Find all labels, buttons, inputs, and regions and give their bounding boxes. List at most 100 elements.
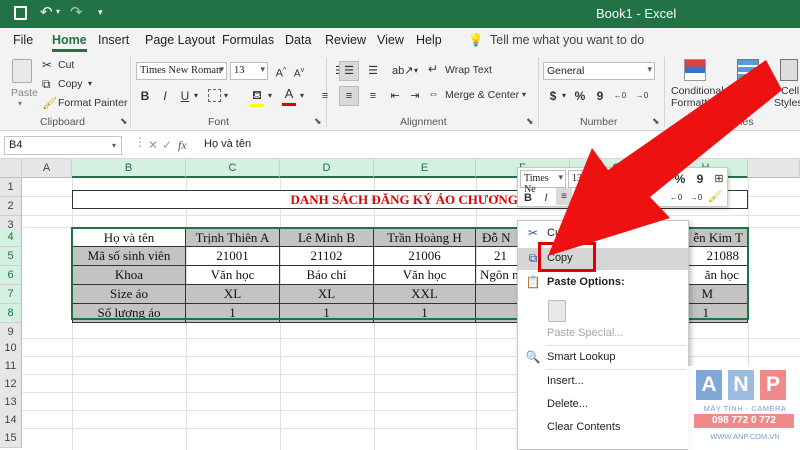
number-format-combo[interactable]: General ▾ <box>543 62 655 80</box>
fill-color-icon[interactable]: ⛾ <box>250 86 264 107</box>
underline-button[interactable]: U <box>178 87 192 105</box>
table-cell[interactable]: 1 <box>280 304 374 323</box>
row-header-1[interactable]: 1 <box>0 178 22 197</box>
column-header-i[interactable] <box>748 159 800 178</box>
orientation-dropdown-icon[interactable]: ▾ <box>412 62 420 80</box>
alignment-launcher-icon[interactable]: ⬊ <box>526 116 534 127</box>
decrease-decimal-icon[interactable]: →0 <box>634 87 650 105</box>
menu-item-cut[interactable]: ✂ Cut <box>518 223 688 245</box>
row-header-10[interactable]: 10 <box>0 339 22 358</box>
column-header-c[interactable]: C <box>186 159 280 178</box>
table-cell[interactable]: Văn học <box>186 266 280 285</box>
wrap-text-button[interactable]: Wrap Text <box>445 64 492 76</box>
table-cell[interactable]: 1 <box>374 304 476 323</box>
format-as-table-icon[interactable] <box>737 59 759 81</box>
menu-item-paste-special[interactable]: Paste Special... <box>518 323 688 345</box>
table-cell[interactable]: Trịnh Thiên A <box>186 228 280 247</box>
column-header-d[interactable]: D <box>280 159 374 178</box>
font-name-combo[interactable]: Times New Roman ▾ <box>136 62 227 80</box>
paste-option-icon[interactable] <box>548 300 566 322</box>
table-cell[interactable]: 21001 <box>186 247 280 266</box>
comma-button[interactable]: 9 <box>594 87 606 105</box>
cell-styles-button[interactable]: Cell <box>781 85 799 97</box>
merge-dropdown-icon[interactable]: ▾ <box>522 90 526 99</box>
row-header-4[interactable]: 4 <box>0 228 22 247</box>
table-cell[interactable]: Báo chí <box>280 266 374 285</box>
font-launcher-icon[interactable]: ⬊ <box>314 116 322 127</box>
mini-comma-button[interactable]: 9 <box>694 170 706 188</box>
borders-icon[interactable] <box>208 89 221 102</box>
grow-font-icon[interactable]: A^ <box>274 62 288 83</box>
mini-currency-button[interactable]: $ <box>646 170 658 188</box>
mini-percent-button[interactable]: % <box>674 170 686 188</box>
row-header-6[interactable]: 6 <box>0 266 22 285</box>
align-left-icon[interactable]: ≡ <box>318 87 332 105</box>
align-middle-icon[interactable]: ☰ <box>339 61 359 81</box>
row-header-8[interactable]: 8 <box>0 304 22 323</box>
table-cell[interactable]: Mã số sinh viên <box>72 247 186 266</box>
undo-dropdown-icon[interactable]: ▾ <box>56 7 60 16</box>
font-size-combo[interactable]: 13 ▾ <box>230 62 268 80</box>
copy-dropdown-icon[interactable]: ▾ <box>88 79 92 88</box>
column-header-b[interactable]: B <box>72 159 186 178</box>
save-icon[interactable] <box>14 6 27 20</box>
tab-formulas[interactable]: Formulas <box>222 33 274 47</box>
column-header-a[interactable]: A <box>22 159 72 178</box>
conditional-formatting-icon[interactable] <box>684 59 706 81</box>
insert-function-icon[interactable]: fx <box>178 138 187 153</box>
mini-merge-icon[interactable]: ⊞ <box>712 170 726 188</box>
row-header-2[interactable]: 2 <box>0 197 22 216</box>
table-cell[interactable]: 1 <box>186 304 280 323</box>
enter-icon[interactable]: ✓ <box>162 138 172 152</box>
increase-decimal-icon[interactable]: ←0 <box>612 87 628 105</box>
clipboard-launcher-icon[interactable]: ⬊ <box>120 116 128 127</box>
orientation-icon[interactable]: ab↗ <box>392 62 413 80</box>
table-cell[interactable]: Khoa <box>72 266 186 285</box>
row-header-11[interactable]: 11 <box>0 357 22 376</box>
format-painter-icon[interactable]: 🖌 <box>42 96 57 110</box>
borders-dropdown-icon[interactable]: ▾ <box>222 87 230 105</box>
align-right-icon[interactable]: ≡ <box>366 87 380 105</box>
scissors-icon[interactable]: ✂ <box>42 58 52 72</box>
table-cell[interactable]: XL <box>280 285 374 304</box>
table-cell[interactable]: Trần Hoàng H <box>374 228 476 247</box>
table-cell[interactable]: Lê Minh B <box>280 228 374 247</box>
menu-item-clear-contents[interactable]: Clear Contents <box>518 417 688 439</box>
mini-increase-decimal-icon[interactable]: ←0 <box>668 189 684 207</box>
table-cell[interactable]: XL <box>186 285 280 304</box>
table-cell[interactable]: Size áo <box>72 285 186 304</box>
table-cell[interactable]: 21102 <box>280 247 374 266</box>
percent-button[interactable]: % <box>574 87 586 105</box>
merge-center-icon[interactable]: ⇔ <box>428 88 439 100</box>
row-header-5[interactable]: 5 <box>0 247 22 266</box>
format-as-table-button[interactable]: Format as <box>729 85 776 97</box>
undo-icon[interactable]: ↶ <box>40 3 53 21</box>
underline-dropdown-icon[interactable]: ▾ <box>192 87 200 105</box>
number-launcher-icon[interactable]: ⬊ <box>652 116 660 127</box>
tab-help[interactable]: Help <box>416 33 442 47</box>
customize-toolbar-icon[interactable]: ▾ <box>98 7 103 18</box>
paste-icon[interactable] <box>12 59 32 83</box>
wrap-text-icon[interactable]: ↵ <box>428 62 438 76</box>
tell-me-search[interactable]: Tell me what you want to do <box>490 33 644 47</box>
mini-fill-color-icon[interactable]: ⛾ <box>578 189 592 209</box>
font-color-dropdown-icon[interactable]: ▾ <box>298 87 306 105</box>
tab-review[interactable]: Review <box>325 33 366 47</box>
font-color-button[interactable]: A <box>282 85 296 106</box>
menu-item-smart-lookup[interactable]: 🔍 Smart Lookup <box>518 347 688 369</box>
fill-color-dropdown-icon[interactable]: ▾ <box>266 87 274 105</box>
format-painter-button[interactable]: Format Painter <box>58 97 127 109</box>
currency-dropdown-icon[interactable]: ▾ <box>560 87 568 105</box>
tab-view[interactable]: View <box>377 33 404 47</box>
decrease-indent-icon[interactable]: ⇤ <box>388 87 402 105</box>
row-header-13[interactable]: 13 <box>0 393 22 412</box>
mini-align-center-icon[interactable]: ≡ <box>556 188 572 205</box>
mini-size-combo[interactable]: 13 ▾ <box>568 170 594 188</box>
table-cell[interactable]: Họ và tên <box>72 228 186 247</box>
bold-button[interactable]: B <box>138 87 152 105</box>
menu-item-delete[interactable]: Delete... <box>518 394 688 416</box>
row-header-15[interactable]: 15 <box>0 429 22 448</box>
table-cell[interactable]: Số lượng áo <box>72 304 186 323</box>
shrink-font-icon[interactable]: Av <box>292 62 306 83</box>
formula-input[interactable]: Họ và tên <box>198 136 798 155</box>
